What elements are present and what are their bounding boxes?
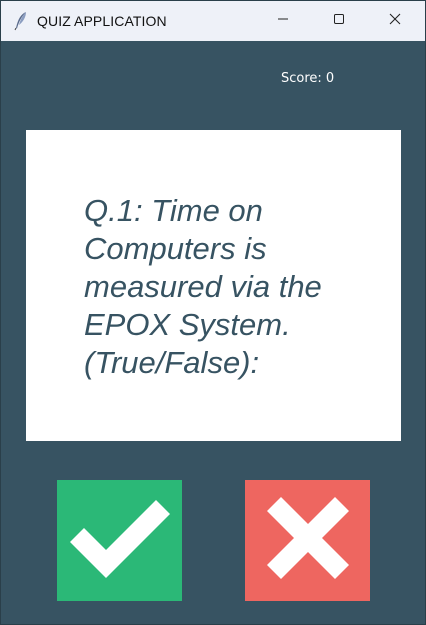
minimize-button[interactable] — [255, 1, 311, 41]
false-button[interactable] — [245, 480, 370, 601]
cross-icon — [266, 497, 349, 584]
checkmark-icon — [68, 498, 172, 583]
true-button[interactable] — [57, 480, 182, 601]
window-title: QUIZ APPLICATION — [37, 13, 167, 29]
maximize-button[interactable] — [311, 1, 367, 41]
minimize-icon — [277, 12, 289, 30]
quiz-window: QUIZ APPLICATION Score: 0 Q.1: Time on C… — [0, 0, 426, 625]
feather-icon — [13, 11, 29, 31]
maximize-icon — [333, 12, 345, 30]
close-button[interactable] — [367, 1, 423, 41]
question-text: Q.1: Time on Computers is measured via t… — [84, 193, 322, 380]
close-icon — [389, 12, 401, 30]
title-bar[interactable]: QUIZ APPLICATION — [1, 1, 425, 41]
score-label: Score: 0 — [281, 71, 335, 86]
question-card: Q.1: Time on Computers is measured via t… — [26, 130, 401, 441]
